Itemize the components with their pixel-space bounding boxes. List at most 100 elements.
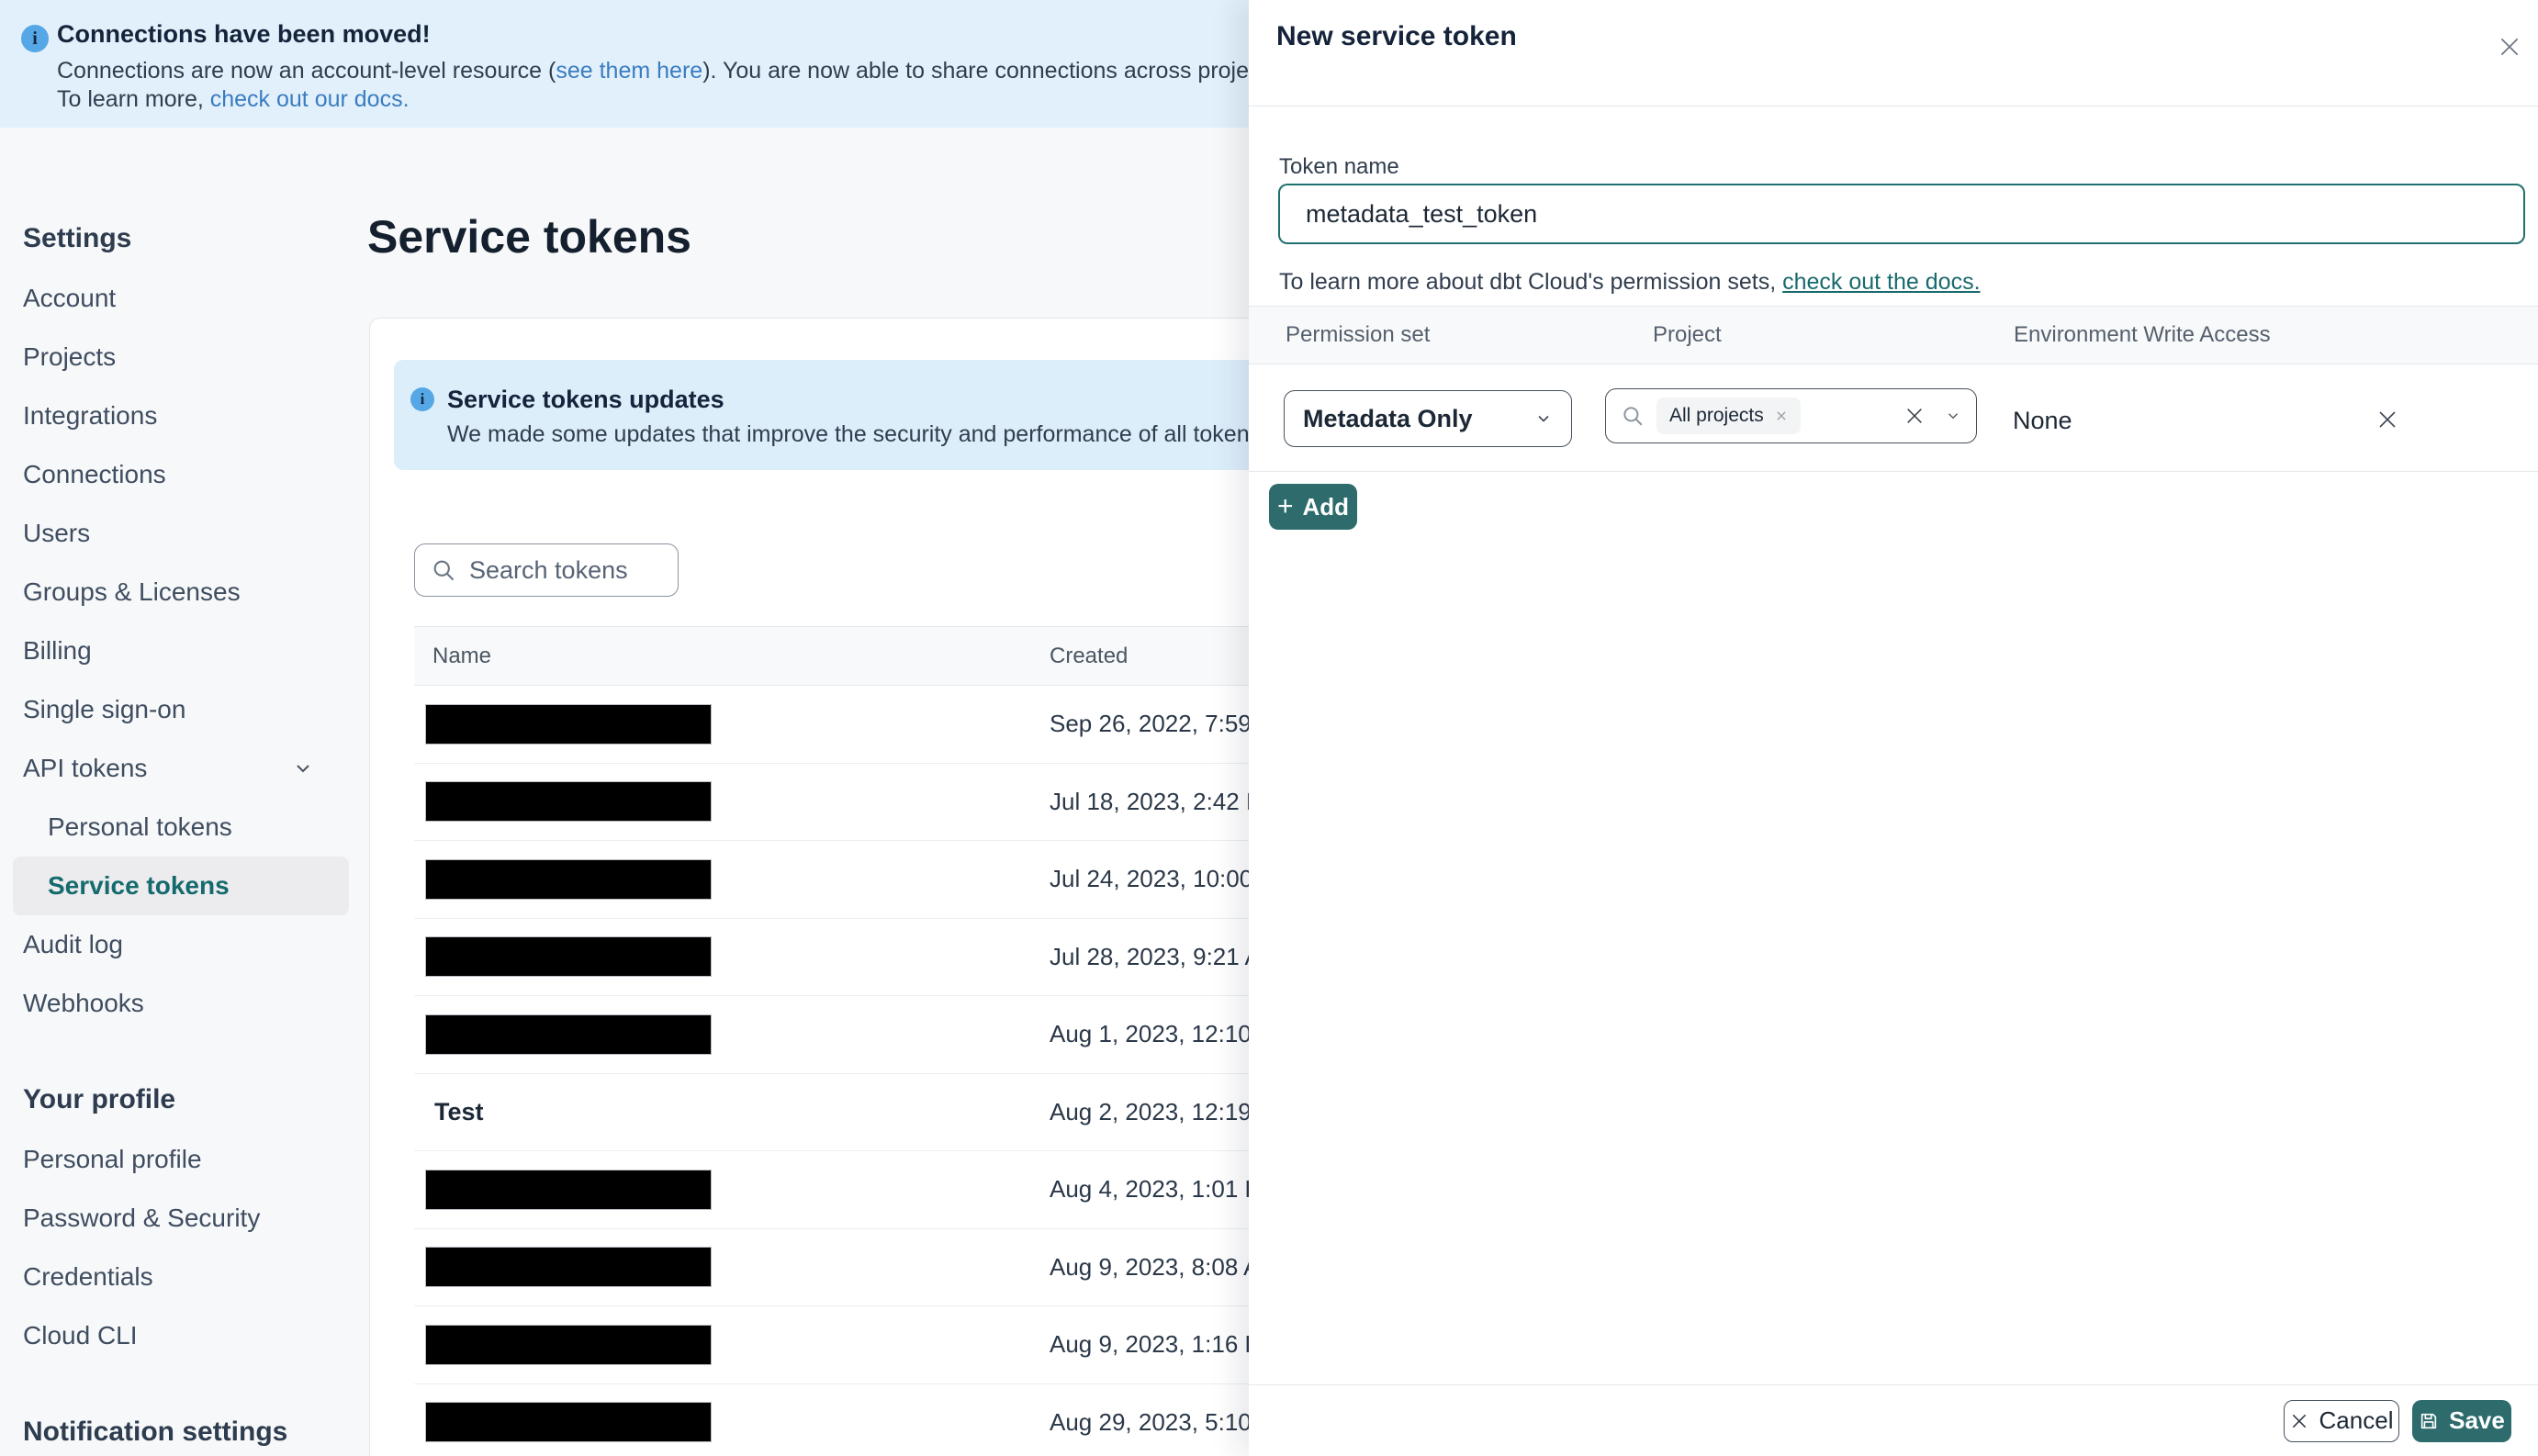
token-name-value: metadata_test_token: [1306, 199, 1538, 228]
sidebar-item-label: Personal tokens: [48, 812, 232, 841]
name-cell: Test: [434, 1097, 484, 1126]
save-button[interactable]: Save: [2412, 1399, 2511, 1442]
sidebar-item-connections[interactable]: Connections: [0, 445, 367, 504]
redacted-name: [425, 703, 712, 745]
sidebar-item-projects[interactable]: Projects: [0, 328, 367, 386]
redacted-name: [425, 1014, 712, 1055]
search-icon: [1621, 404, 1645, 428]
sidebar-item-label: Integrations: [23, 401, 158, 430]
save-button-label: Save: [2449, 1406, 2505, 1434]
sidebar-item-label: Webhooks: [23, 989, 144, 1017]
sidebar-settings-header: Settings: [23, 223, 132, 253]
settings-sidebar: Settings Account Projects Integrations Conn…: [0, 128, 367, 1456]
name-cell: [414, 1169, 1050, 1210]
sidebar-item-groups-licenses[interactable]: Groups & Licenses: [0, 563, 367, 622]
redacted-name: [425, 1247, 712, 1288]
sidebar-item-label: Users: [23, 519, 91, 547]
sidebar-item-label: Audit log: [23, 930, 123, 958]
sidebar-item-webhooks[interactable]: Webhooks: [0, 974, 367, 1033]
redacted-name: [425, 858, 712, 900]
project-header: Project: [1653, 322, 1722, 347]
name-cell: [414, 1402, 1050, 1443]
sidebar-item-label: API tokens: [23, 754, 148, 782]
sidebar-item-credentials[interactable]: Credentials: [0, 1248, 367, 1306]
search-icon: [431, 557, 456, 583]
environment-write-access-header: Environment Write Access: [2014, 322, 2271, 347]
chevron-down-icon[interactable]: [1945, 408, 1961, 424]
token-name-label: Token name: [1279, 154, 1399, 179]
project-chip-label: All projects: [1669, 405, 1764, 426]
sidebar-item-password-security[interactable]: Password & Security: [0, 1189, 367, 1248]
drawer-title: New service token: [1276, 21, 1517, 51]
column-header-name: Name: [432, 643, 492, 668]
chevron-down-icon[interactable]: [292, 757, 314, 779]
sidebar-item-label: Groups & Licenses: [23, 577, 241, 606]
sidebar-item-billing[interactable]: Billing: [0, 622, 367, 680]
sidebar-item-api-tokens[interactable]: API tokens: [0, 739, 367, 798]
banner-title: Connections have been moved!: [57, 20, 431, 48]
name-cell: [414, 703, 1050, 745]
project-chip[interactable]: All projects: [1656, 398, 1801, 434]
sidebar-item-personal-profile[interactable]: Personal profile: [0, 1130, 367, 1189]
project-combobox[interactable]: All projects: [1605, 388, 1977, 443]
sidebar-item-label: Cloud CLI: [23, 1321, 138, 1350]
new-service-token-drawer: New service token Token name metadata_te…: [1249, 0, 2538, 1456]
permission-set-select[interactable]: Metadata Only: [1284, 390, 1572, 447]
sidebar-item-cloud-cli[interactable]: Cloud CLI: [0, 1306, 367, 1365]
sidebar-notifications-header: Notification settings: [23, 1417, 288, 1447]
banner-footer: To learn more, check out our docs.: [57, 85, 410, 113]
sidebar-item-single-sign-on[interactable]: Single sign-on: [0, 680, 367, 739]
name-cell: [414, 936, 1050, 978]
check-docs-link[interactable]: check out our docs.: [210, 86, 410, 112]
search-placeholder: Search tokens: [469, 555, 628, 584]
cancel-x-icon: [2290, 1412, 2308, 1430]
environment-write-access-value: None: [2013, 407, 2072, 434]
name-cell: [414, 1247, 1050, 1288]
banner-footer-text: To learn more,: [57, 86, 210, 112]
sidebar-item-account[interactable]: Account: [0, 269, 367, 328]
sidebar-item-label: Connections: [23, 460, 166, 488]
docs-text: To learn more about dbt Cloud's permissi…: [1279, 269, 1783, 295]
cancel-button[interactable]: Cancel: [2284, 1399, 2399, 1442]
permission-set-value: Metadata Only: [1303, 404, 1473, 432]
chevron-down-icon: [1534, 409, 1553, 428]
drawer-footer: Cancel Save: [1249, 1384, 2538, 1456]
permissions-header-row: Permission set Project Environment Write…: [1249, 306, 2538, 364]
redacted-name: [425, 1402, 712, 1443]
sidebar-item-label: Account: [23, 284, 117, 312]
sidebar-item-label: Projects: [23, 342, 117, 371]
clear-selection-icon[interactable]: [1904, 406, 1925, 426]
cancel-button-label: Cancel: [2319, 1406, 2394, 1434]
add-button-label: Add: [1302, 492, 1350, 521]
name-cell: [414, 1324, 1050, 1365]
redacted-name: [425, 781, 712, 823]
plus-icon: +: [1276, 491, 1294, 521]
sidebar-item-service-tokens[interactable]: Service tokens: [13, 857, 349, 915]
sidebar-nav: Account Projects Integrations Connections Us…: [0, 269, 367, 1033]
sidebar-item-audit-log[interactable]: Audit log: [0, 915, 367, 974]
redacted-name: [425, 1324, 712, 1365]
token-name-input[interactable]: metadata_test_token: [1278, 184, 2525, 244]
sidebar-item-users[interactable]: Users: [0, 504, 367, 563]
sidebar-item-label: Personal profile: [23, 1145, 202, 1173]
save-icon: [2419, 1411, 2439, 1431]
close-icon[interactable]: [2498, 35, 2521, 59]
search-input[interactable]: Search tokens: [414, 543, 679, 597]
sidebar-profile-header: Your profile: [23, 1084, 176, 1114]
see-them-here-link[interactable]: see them here: [556, 58, 702, 84]
banner-body-text: Connections are now an account-level res…: [57, 58, 556, 84]
add-permission-button[interactable]: + Add: [1269, 484, 1357, 530]
redacted-name: [425, 936, 712, 978]
delete-row-icon[interactable]: [2376, 409, 2398, 431]
sidebar-item-label: Service tokens: [48, 871, 230, 900]
sidebar-item-label: Credentials: [23, 1262, 153, 1291]
sidebar-item-label: Billing: [23, 636, 92, 665]
name-cell: [414, 858, 1050, 900]
check-out-docs-link[interactable]: check out the docs.: [1782, 269, 1980, 295]
remove-chip-icon[interactable]: [1775, 409, 1788, 422]
sidebar-item-integrations[interactable]: Integrations: [0, 386, 367, 445]
sidebar-item-personal-tokens[interactable]: Personal tokens: [0, 798, 367, 857]
row-divider: [1249, 471, 2538, 472]
permission-set-header: Permission set: [1286, 322, 1431, 347]
info-icon: i: [21, 25, 49, 52]
